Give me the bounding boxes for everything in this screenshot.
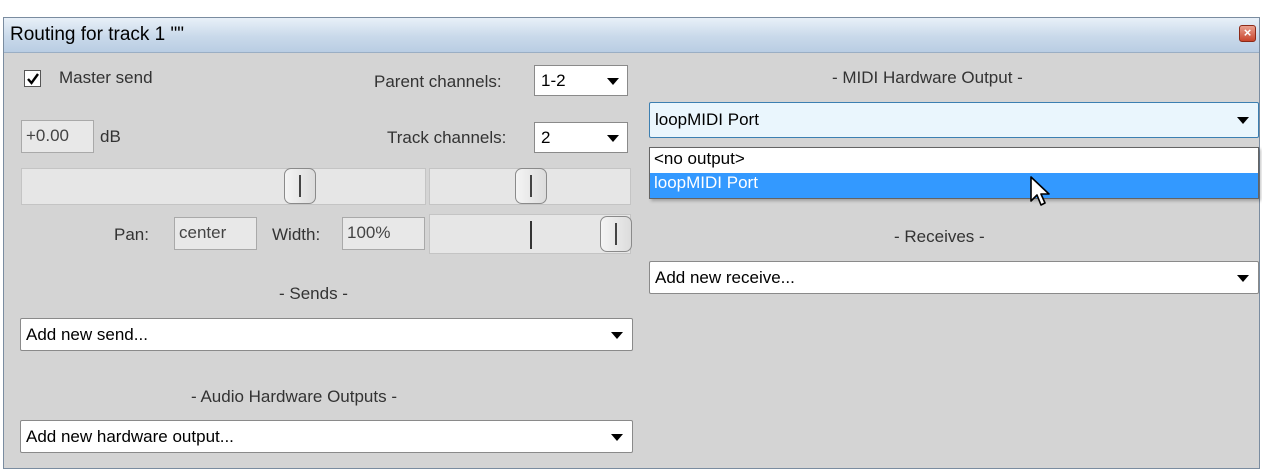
- window-title: Routing for track 1 "": [10, 24, 185, 45]
- add-receive-label: Add new receive...: [655, 268, 795, 287]
- add-hardware-output-select[interactable]: Add new hardware output...: [20, 420, 633, 453]
- pan-slider[interactable]: [429, 168, 631, 205]
- chevron-down-icon: [611, 332, 623, 339]
- volume-slider-knob[interactable]: [284, 168, 316, 204]
- volume-slider[interactable]: [21, 168, 426, 205]
- audio-hw-header: - Audio Hardware Outputs -: [191, 387, 397, 406]
- parent-channels-value: 1-2: [541, 71, 566, 90]
- add-hardware-output-label: Add new hardware output...: [26, 427, 234, 446]
- volume-value: +0.00: [26, 126, 70, 145]
- track-channels-select[interactable]: 2: [534, 122, 628, 153]
- close-icon[interactable]: ×: [1239, 25, 1256, 42]
- track-channels-value: 2: [541, 128, 551, 147]
- parent-channels-select[interactable]: 1-2: [534, 65, 628, 96]
- add-receive-select[interactable]: Add new receive...: [649, 261, 1259, 294]
- chevron-down-icon: [607, 78, 619, 85]
- add-send-label: Add new send...: [26, 325, 148, 344]
- width-field[interactable]: 100%: [342, 217, 425, 250]
- title-bar[interactable]: Routing for track 1 "" ×: [4, 18, 1259, 53]
- chevron-down-icon: [611, 434, 623, 441]
- pan-slider-knob[interactable]: [515, 168, 547, 204]
- width-slider-knob[interactable]: [600, 216, 632, 252]
- chevron-down-icon: [1237, 117, 1249, 124]
- pan-label: Pan:: [114, 225, 149, 244]
- mouse-cursor-icon: [1030, 176, 1050, 206]
- master-send-label: Master send: [59, 68, 153, 87]
- chevron-down-icon: [607, 135, 619, 142]
- volume-field[interactable]: +0.00: [21, 120, 94, 153]
- sends-header: - Sends -: [279, 284, 348, 303]
- width-value: 100%: [347, 223, 391, 242]
- routing-window: Routing for track 1 "" × Master send Par…: [3, 17, 1260, 469]
- width-center-tick: [530, 221, 532, 249]
- midi-output-select[interactable]: loopMIDI Port: [649, 102, 1259, 138]
- midi-option-loopmidi[interactable]: loopMIDI Port: [650, 173, 1258, 198]
- midi-hw-header: - MIDI Hardware Output -: [832, 68, 1023, 87]
- volume-unit: dB: [100, 127, 121, 146]
- width-label: Width:: [272, 225, 321, 244]
- midi-output-dropdown: <no output> loopMIDI Port: [649, 147, 1259, 199]
- receives-header: - Receives -: [894, 227, 985, 246]
- width-slider[interactable]: [429, 214, 632, 254]
- checkmark-icon: [27, 73, 39, 85]
- parent-channels-label: Parent channels:: [374, 72, 502, 91]
- pan-value: center: [179, 223, 227, 242]
- add-send-select[interactable]: Add new send...: [20, 318, 633, 351]
- midi-output-value: loopMIDI Port: [655, 110, 759, 129]
- master-send-checkbox[interactable]: [24, 70, 41, 87]
- midi-option-no-output[interactable]: <no output>: [650, 149, 1258, 174]
- chevron-down-icon: [1237, 275, 1249, 282]
- track-channels-label: Track channels:: [387, 128, 507, 147]
- pan-field[interactable]: center: [174, 217, 257, 250]
